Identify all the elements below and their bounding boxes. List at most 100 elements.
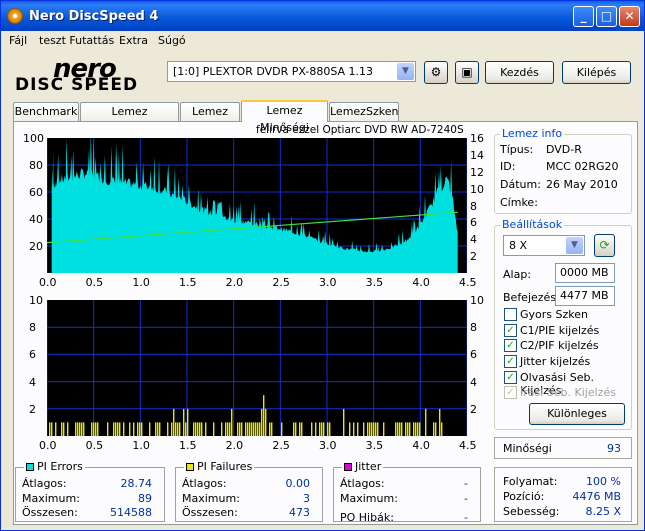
- speed-value: 8.25 X: [585, 505, 621, 518]
- refresh-icon: ⟳: [599, 238, 610, 252]
- pi-failure-bar: [195, 422, 197, 436]
- pi-errors-avg-value: 28.74: [120, 477, 153, 490]
- pi-failure-bar: [419, 422, 421, 436]
- y-left-tick-label: 4: [29, 375, 36, 389]
- save-button[interactable]: ▣: [455, 61, 479, 84]
- tab-create-disc[interactable]: Lemez létrehozása: [80, 102, 179, 135]
- refresh-button[interactable]: ⟳: [594, 234, 615, 257]
- pi-failures-avg-label: Átlagos:: [182, 477, 227, 490]
- x-tick-label: 0.0: [39, 439, 57, 452]
- progress-value: 100 %: [586, 475, 621, 488]
- pi-failure-bar: [265, 408, 267, 436]
- pi-failure-bar: [263, 395, 265, 436]
- pi-failure-bar: [133, 422, 135, 436]
- jitter-title: Jitter: [355, 460, 382, 473]
- jitter-max-label: Maximum:: [340, 492, 398, 505]
- write-speed-checkbox: ✓: [504, 386, 517, 399]
- pi-failures-stats: PI Failures Átlagos: 0.00 Maximum: 3 Öss…: [175, 460, 323, 522]
- discspeed-logo: DISC SPEED: [15, 75, 139, 95]
- close-button[interactable]: ✕: [619, 6, 640, 27]
- settings-title: Beállítások: [500, 218, 565, 231]
- pi-failure-bar: [117, 422, 119, 436]
- minimize-button[interactable]: _: [573, 6, 594, 27]
- pi-failure-bar: [323, 422, 325, 436]
- menu-file[interactable]: Fájl: [9, 34, 27, 47]
- pi-failure-bar: [237, 422, 239, 436]
- start-label: Alap:: [503, 268, 532, 281]
- pi-failure-bar: [229, 422, 231, 436]
- jitter-checkbox[interactable]: ✓: [504, 355, 517, 368]
- pi-failure-bar: [113, 422, 115, 436]
- pi-failure-bar: [295, 422, 297, 436]
- exit-button[interactable]: Kilépés: [562, 61, 631, 84]
- pi-errors-color-swatch: [26, 463, 34, 471]
- x-tick-label: 2.0: [225, 439, 244, 452]
- pi-failure-bar: [231, 408, 233, 436]
- pi-failure-bar: [167, 422, 169, 436]
- tab-disc-quality[interactable]: Lemez Minőségi: [241, 100, 328, 134]
- quality-box: Minőségi 93: [494, 437, 632, 459]
- advanced-button[interactable]: Különleges: [529, 403, 625, 425]
- chevron-down-icon[interactable]: ▼: [397, 63, 414, 80]
- y-right-tick-label: 4: [470, 375, 477, 389]
- jitter-max-value: -: [464, 492, 468, 505]
- pi-failure-bar: [185, 422, 187, 436]
- pi-failures-title: PI Failures: [197, 460, 253, 473]
- y-right-tick-label: 2: [470, 250, 477, 264]
- x-tick-label: 2.0: [225, 276, 244, 289]
- start-button[interactable]: Kezdés: [485, 61, 554, 84]
- tab-benchmark[interactable]: Benchmark: [13, 102, 79, 121]
- drive-select-value: [1:0] PLEXTOR DVDR PX-880SA 1.13: [173, 65, 374, 78]
- title-bar[interactable]: Nero DiscSpeed 4 _ □ ✕: [1, 1, 644, 31]
- pi-failure-bar: [97, 422, 99, 436]
- c2-checkbox[interactable]: ✓: [504, 339, 517, 352]
- read-speed-checkbox[interactable]: ✓: [504, 371, 517, 384]
- wrench-icon: ⚙: [430, 65, 442, 79]
- pi-failure-bar: [227, 422, 229, 436]
- x-tick-label: 2.5: [272, 276, 290, 289]
- pi-failure-bar: [129, 422, 131, 436]
- pi-failure-bar: [251, 422, 253, 436]
- po-errors-value: -: [464, 511, 468, 524]
- speed-select-value: 8 X: [509, 239, 528, 252]
- pi-errors-total-value: 514588: [110, 506, 152, 519]
- pi-failure-bar: [281, 422, 283, 436]
- pi-failure-bar: [61, 422, 63, 436]
- pi-failure-bar: [271, 422, 273, 436]
- pi-failure-bar: [171, 422, 173, 436]
- quick-scan-label: Gyors Szken: [520, 308, 588, 321]
- tab-disc-info[interactable]: Lemez info: [180, 102, 240, 135]
- pi-failure-bar: [405, 422, 407, 436]
- menu-run-test[interactable]: teszt Futattás: [39, 34, 114, 47]
- y-left-tick-label: 8: [29, 321, 36, 335]
- y-left-tick-label: 80: [29, 159, 43, 172]
- start-field[interactable]: 0000 MB: [555, 263, 615, 283]
- pi-failure-bar: [377, 422, 379, 436]
- end-field[interactable]: 4477 MB: [555, 286, 615, 306]
- disc-info-group: Lemez info Típus: DVD-R ID: MCC 02RG20 D…: [494, 127, 632, 214]
- y-right-tick-label: 16: [470, 132, 484, 145]
- pi-failure-bar: [369, 422, 371, 436]
- quick-scan-checkbox[interactable]: [504, 308, 517, 321]
- po-errors-label: PO Hibák:: [340, 511, 394, 524]
- c1-checkbox[interactable]: ✓: [504, 324, 517, 337]
- speed-select[interactable]: 8 X ▼: [503, 235, 585, 256]
- menu-extra[interactable]: Extra: [119, 34, 148, 47]
- pi-errors-title: PI Errors: [37, 460, 83, 473]
- drive-info-button[interactable]: ⚙: [424, 61, 448, 84]
- maximize-button[interactable]: □: [596, 6, 617, 27]
- x-tick-label: 3.5: [365, 276, 384, 289]
- pi-failure-bar: [269, 422, 271, 436]
- pi-failure-bar: [49, 422, 51, 436]
- pi-failure-bar: [329, 422, 331, 436]
- y-left-tick-label: 10: [29, 294, 43, 307]
- quality-label: Minőségi: [503, 442, 552, 455]
- pi-failure-bar: [425, 408, 427, 436]
- menu-help[interactable]: Súgó: [158, 34, 186, 47]
- tab-disc-scan[interactable]: LemezSzken: [329, 102, 399, 121]
- chevron-down-icon[interactable]: ▼: [566, 237, 583, 254]
- disc-type-value: DVD-R: [546, 143, 582, 156]
- y-right-tick-label: 6: [470, 216, 477, 230]
- x-tick-label: 0.5: [85, 276, 104, 289]
- drive-select[interactable]: [1:0] PLEXTOR DVDR PX-880SA 1.13 ▼: [167, 61, 416, 82]
